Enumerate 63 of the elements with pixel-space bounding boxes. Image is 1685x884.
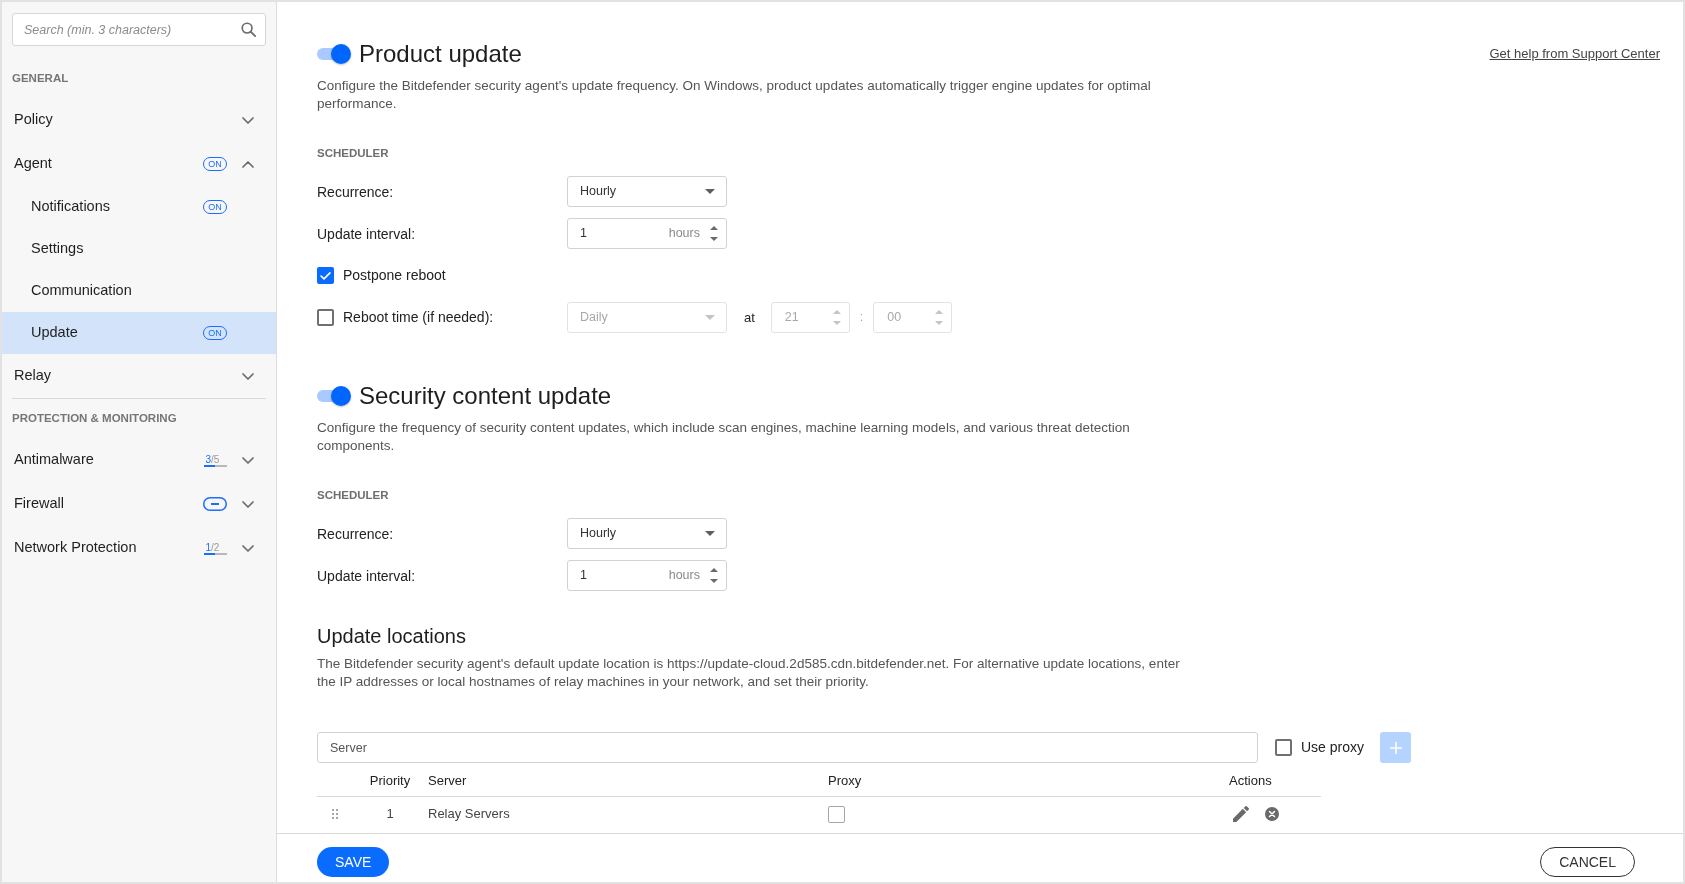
number-input[interactable]: 1 hours — [567, 560, 727, 591]
stepper-arrows-icon[interactable] — [710, 225, 718, 242]
field-label: Recurrence: — [317, 183, 394, 200]
time-separator: : — [859, 309, 864, 327]
nav-item[interactable]: Agent ON — [2, 142, 276, 186]
checkbox[interactable] — [828, 805, 845, 823]
section-description: The Bitdefender security agent's default update location is https://update-cloud.2d585.cdn.bitdefender.net. For alternative update locations, enter the IP addresses or local hostnames of relay machines in your network, and set their priority. — [317, 655, 1181, 691]
nav-item[interactable]: Notifications ON — [2, 186, 276, 228]
stepper-arrows-icon[interactable] — [710, 567, 718, 584]
caret-down-icon — [705, 531, 715, 536]
column-header: Proxy — [828, 771, 862, 790]
checkbox[interactable] — [317, 267, 334, 284]
dropdown[interactable]: Hourly — [567, 518, 727, 549]
caret-down-icon — [705, 189, 715, 194]
field-label: Update interval: — [317, 567, 416, 584]
nav-item[interactable]: Update ON — [2, 312, 276, 354]
search-field[interactable]: Search (min. 3 characters) — [12, 13, 266, 46]
help-link[interactable]: Get help from Support Center — [1489, 44, 1660, 64]
table-cell-text: 1 — [386, 805, 394, 824]
checkbox[interactable] — [1275, 739, 1292, 756]
nav-item[interactable]: Network Protection 1/2 — [2, 526, 276, 570]
field-label: Update interval: — [317, 225, 416, 242]
caret-down-icon — [705, 315, 715, 320]
plus-icon — [1389, 741, 1402, 754]
section-title: Update locations — [317, 624, 466, 649]
search-icon — [241, 22, 256, 37]
toggle-switch[interactable] — [317, 386, 351, 406]
checkbox-label: Postpone reboot — [343, 266, 446, 285]
checkbox-label: Reboot time (if needed): — [343, 308, 494, 327]
checkmark-icon — [320, 271, 331, 280]
toggle-switch[interactable] — [317, 44, 351, 64]
save-button[interactable]: SAVE — [317, 847, 390, 877]
section-heading: PROTECTION & MONITORING — [12, 411, 177, 425]
nav-item[interactable]: Relay — [2, 354, 276, 398]
nav-item[interactable]: Firewall — [2, 482, 276, 526]
subsection-heading: SCHEDULER — [317, 488, 389, 502]
section-title: Product update — [359, 39, 522, 69]
subsection-heading: SCHEDULER — [317, 146, 389, 160]
nav-item[interactable]: Communication — [2, 270, 276, 312]
number-input[interactable]: 1 hours — [567, 218, 727, 249]
checkbox[interactable] — [317, 309, 334, 326]
column-header: Actions — [1229, 771, 1272, 790]
pencil-icon[interactable] — [1233, 806, 1249, 822]
checkbox-label: Use proxy — [1301, 738, 1365, 757]
nav-item[interactable]: Policy — [2, 98, 276, 142]
grip-dots-icon[interactable] — [331, 809, 338, 819]
column-header: Priority — [369, 771, 411, 790]
column-header: Server — [428, 771, 467, 790]
table-cell-text: Relay Servers — [428, 805, 510, 824]
nav-item[interactable]: Antimalware 3/5 — [2, 438, 276, 482]
server-input[interactable]: Server — [317, 732, 1258, 763]
section-heading: GENERAL — [12, 71, 69, 85]
section-title: Security content update — [359, 381, 612, 411]
x-circle-icon[interactable] — [1265, 807, 1279, 821]
field-label: Recurrence: — [317, 525, 394, 542]
minus-pill-icon — [203, 497, 227, 511]
section-description: Configure the frequency of security content updates, which include scan engines, machine learning models, and various threat detection components. — [317, 419, 1131, 455]
at-label: at — [744, 308, 755, 327]
dropdown[interactable]: Hourly — [567, 176, 727, 207]
ratio-text: 1/2 — [204, 541, 220, 553]
section-description: Configure the Bitdefender security agent's update frequency. On Windows, product updates automatically trigger engine updates for optimal performance. — [317, 77, 1152, 113]
ratio-text: 3/5 — [204, 453, 220, 465]
nav-item[interactable]: Settings — [2, 228, 276, 270]
